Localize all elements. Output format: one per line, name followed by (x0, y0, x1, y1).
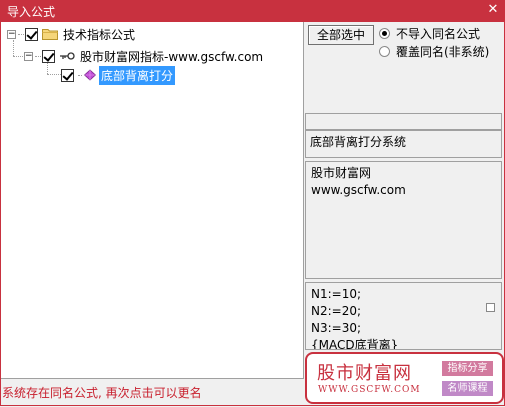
tree-connector (18, 33, 24, 35)
collapse-icon[interactable]: − (7, 29, 16, 39)
tree-connector (78, 74, 82, 76)
radio-overwrite-indicator[interactable] (379, 45, 390, 57)
description-memo[interactable]: 股市财富网 www.gscfw.com (305, 161, 502, 279)
window-title: 导入公式 (7, 5, 56, 19)
formula-name-field: 底部背离打分系统 (305, 130, 502, 158)
tree-node-leaf-label: 底部背离打分 (99, 65, 176, 85)
status-message: 系统存在同名公式, 再次点击可以更名 (2, 386, 202, 400)
root-checkbox[interactable] (25, 27, 38, 41)
radio-overwrite[interactable]: 覆盖同名(非系统) (379, 43, 489, 59)
promo-tag-course[interactable]: 名师课程 (442, 381, 493, 396)
key-icon (60, 52, 75, 60)
promo-site: WWW.GSCFW.COM (318, 385, 421, 395)
source-code-checkbox[interactable] (486, 303, 495, 312)
tree-node-root[interactable]: − 技术指标公式 (7, 26, 135, 42)
formula-name-text: 底部背离打分系统 (310, 135, 407, 149)
radio-overwrite-label: 覆盖同名(非系统) (396, 44, 490, 59)
tree-node-leaf[interactable]: 底部背离打分 (61, 65, 176, 85)
tree-connector (47, 74, 61, 75)
promo-banner[interactable]: 股市财富网 WWW.GSCFW.COM 指标分享 名师课程 (305, 352, 504, 404)
close-icon[interactable]: ✕ (484, 1, 502, 19)
select-all-button[interactable]: 全部选中 (308, 25, 374, 45)
collapse-icon[interactable]: − (24, 51, 33, 61)
radio-no-import-indicator[interactable] (379, 27, 390, 39)
tree-node-child-label: 股市财富网指标-www.gscfw.com (80, 49, 264, 64)
formula-tree[interactable]: − 技术指标公式 − 股市财富网指标-www.gscfw.com 底部背离打分 (1, 22, 304, 379)
title-bar: 导入公式 ✕ (0, 0, 505, 22)
gem-icon (83, 69, 97, 81)
tree-connector (35, 55, 41, 57)
promo-tag-share[interactable]: 指标分享 (442, 361, 493, 376)
child-checkbox[interactable] (42, 49, 55, 63)
formula-name-top-field (305, 113, 502, 130)
tree-node-child[interactable]: − 股市财富网指标-www.gscfw.com (24, 48, 263, 64)
leaf-checkbox[interactable] (61, 68, 74, 82)
folder-icon (42, 29, 58, 40)
tree-connector (13, 40, 14, 56)
tree-node-root-label: 技术指标公式 (63, 27, 136, 42)
source-code-memo[interactable]: N1:=10; N2:=20; N3:=30; {MACD底背离} (305, 282, 502, 350)
promo-brand: 股市财富网 (317, 363, 412, 384)
radio-no-import-label: 不导入同名公式 (396, 26, 481, 41)
radio-no-import[interactable]: 不导入同名公式 (379, 25, 480, 41)
